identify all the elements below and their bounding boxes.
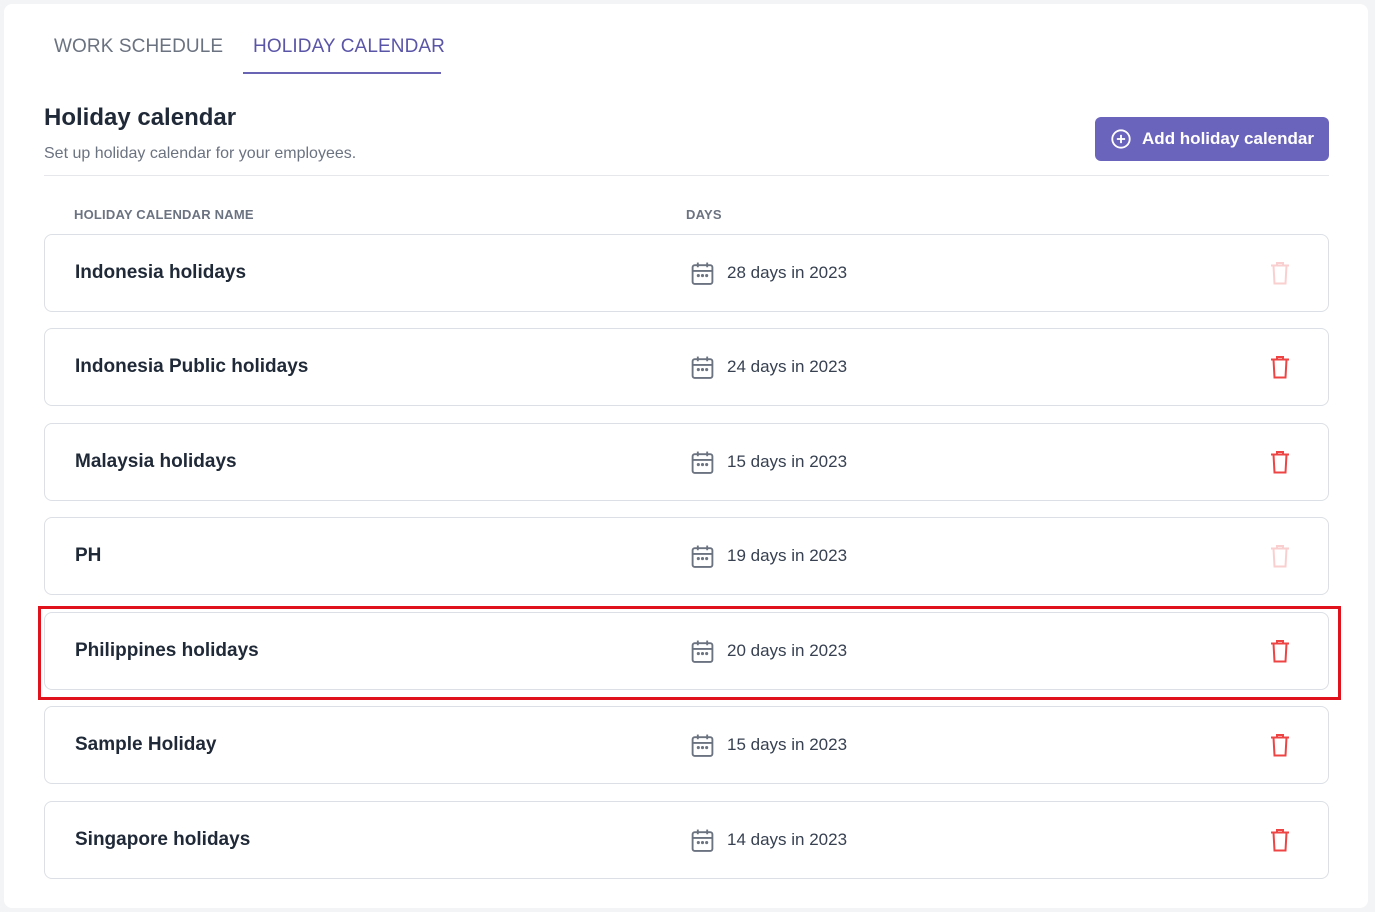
calendar-days: 14 days in 2023 [727,830,848,849]
calendar-name: Indonesia Public holidays [75,356,309,377]
tab-holiday-calendar[interactable]: HOLIDAY CALENDAR [243,4,445,74]
page-subtitle: Set up holiday calendar for your employe… [44,145,357,162]
calendar-icon [690,639,715,664]
calendar-days: 24 days in 2023 [727,357,848,376]
calendar-icon [690,828,715,853]
plus-circle-icon [1110,128,1132,150]
delete-icon[interactable] [1269,733,1291,757]
calendar-name: Indonesia holidays [75,262,247,283]
calendar-name: Singapore holidays [75,829,251,850]
page-title: Holiday calendar [44,104,237,131]
calendar-days: 19 days in 2023 [727,546,848,565]
delete-icon[interactable] [1269,828,1291,852]
calendar-days: 20 days in 2023 [727,641,848,660]
calendar-name: Philippines holidays [75,640,259,661]
calendar-icon [690,450,715,475]
calendar-days: 15 days in 2023 [727,452,848,471]
delete-icon[interactable] [1269,355,1291,379]
delete-icon[interactable] [1269,450,1291,474]
calendar-name: PH [75,545,102,566]
column-header-days: DAYS [686,207,722,222]
calendar-icon [690,544,715,569]
calendar-icon [690,733,715,758]
header-divider [44,175,1329,176]
list-item[interactable]: Philippines holidays 20 days in 2023 [44,612,1329,690]
delete-icon[interactable] [1269,639,1291,663]
calendar-icon [690,261,715,286]
list-item[interactable]: Indonesia Public holidays 24 days in 2023 [44,328,1329,406]
add-holiday-calendar-label: Add holiday calendar [1142,129,1314,148]
holiday-calendar-card: WORK SCHEDULE HOLIDAY CALENDAR Holiday c… [4,4,1368,908]
calendar-days: 28 days in 2023 [727,263,848,282]
delete-icon[interactable] [1269,544,1291,568]
calendar-name: Sample Holiday [75,734,217,755]
calendar-days: 15 days in 2023 [727,735,848,754]
list-item[interactable]: Malaysia holidays 15 days in 2023 [44,423,1329,501]
list-item[interactable]: Indonesia holidays 28 days in 2023 [44,234,1329,312]
column-header-name: HOLIDAY CALENDAR NAME [74,207,254,222]
calendar-icon [690,355,715,380]
list-item[interactable]: PH 19 days in 2023 [44,517,1329,595]
add-holiday-calendar-button[interactable]: Add holiday calendar [1095,117,1329,161]
list-item[interactable]: Sample Holiday 15 days in 2023 [44,706,1329,784]
tab-work-schedule[interactable]: WORK SCHEDULE [44,4,233,74]
delete-icon[interactable] [1269,261,1291,285]
calendar-name: Malaysia holidays [75,451,237,472]
list-item[interactable]: Singapore holidays 14 days in 2023 [44,801,1329,879]
